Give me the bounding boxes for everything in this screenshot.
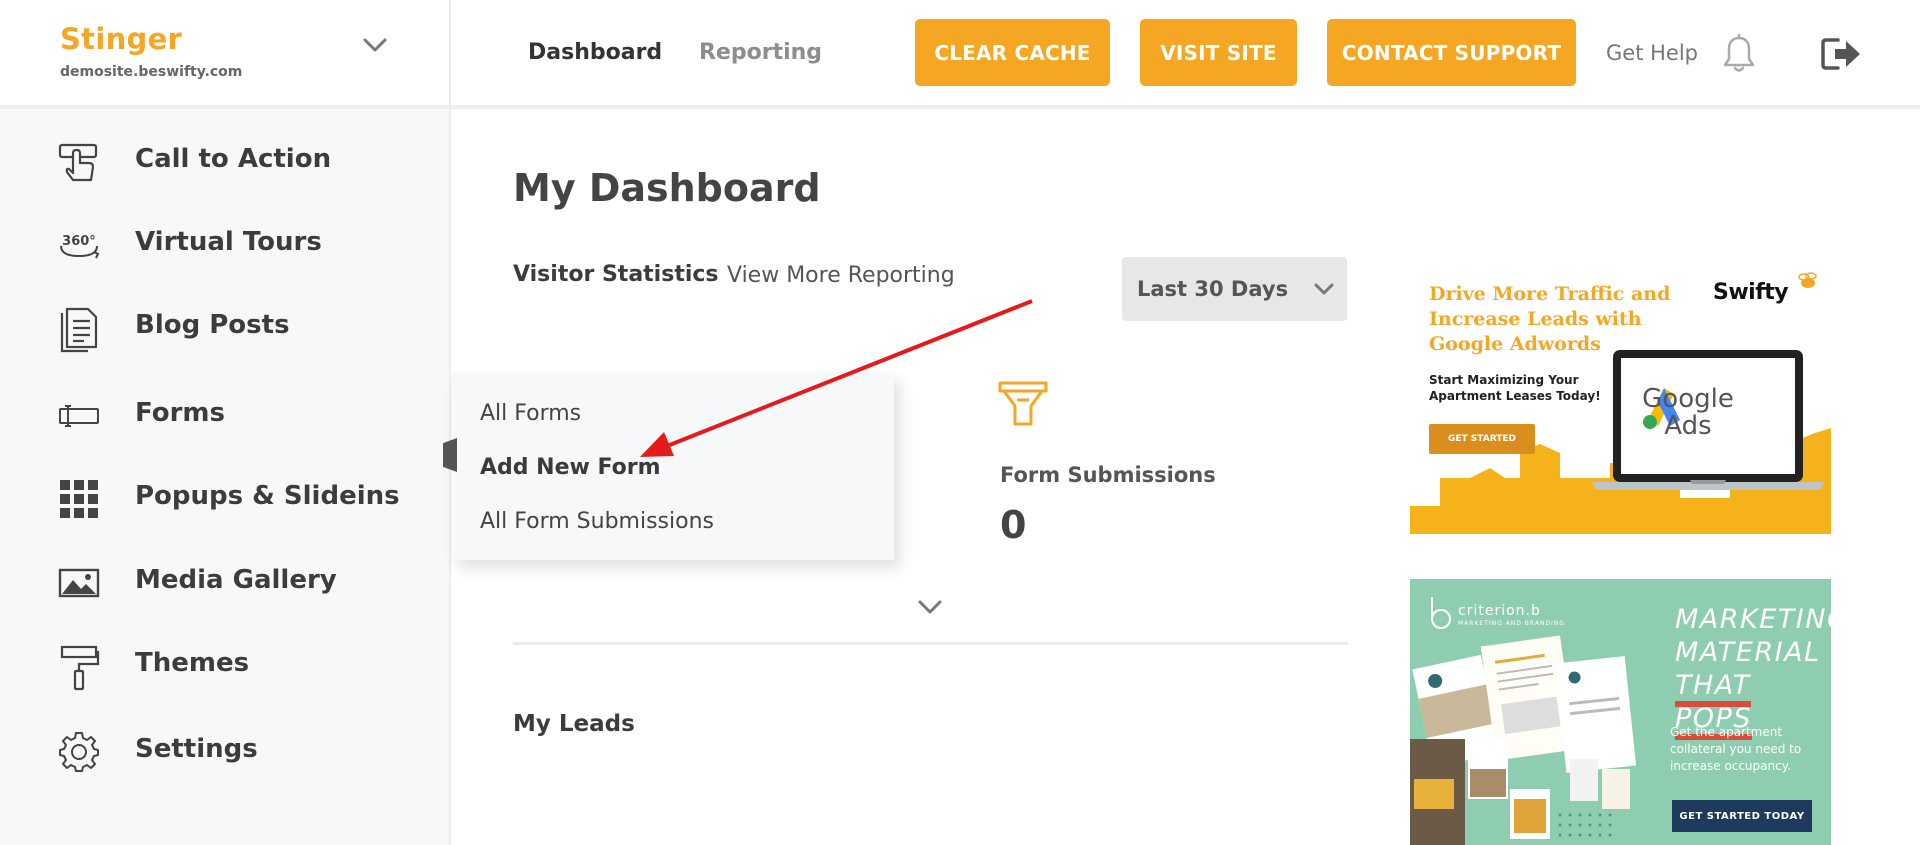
sidebar-item-label: Media Gallery bbox=[135, 565, 337, 595]
sidebar-item-blog-posts[interactable]: Blog Posts bbox=[0, 297, 449, 357]
criterion-ad-banner[interactable]: criterion.b MARKETING AND BRANDING MARKE… bbox=[1410, 579, 1831, 845]
image-icon bbox=[58, 568, 100, 598]
ad-headline: Drive More Traffic and Increase Leads wi… bbox=[1429, 283, 1671, 355]
ad-get-started-button[interactable]: GET STARTED bbox=[1429, 424, 1535, 454]
visitor-statistics-heading: Visitor Statistics bbox=[513, 262, 719, 287]
hand-pointer-icon bbox=[58, 143, 98, 182]
funnel-icon bbox=[998, 381, 1048, 426]
contact-support-button[interactable]: CONTACT SUPPORT bbox=[1327, 19, 1576, 86]
ad2-headline-line2: MATERIAL bbox=[1675, 637, 1821, 668]
date-range-value: Last 30 Days bbox=[1137, 277, 1289, 301]
logout-icon[interactable] bbox=[1820, 34, 1864, 74]
flyout-item-all-forms[interactable]: All Forms bbox=[480, 401, 581, 426]
document-icon bbox=[60, 307, 98, 353]
360-icon: 360° bbox=[60, 234, 100, 259]
sidebar-item-label: Forms bbox=[135, 398, 225, 428]
sidebar-item-label: Call to Action bbox=[135, 144, 332, 174]
forms-flyout-menu: All Forms Add New Form All Form Submissi… bbox=[451, 373, 894, 560]
date-range-select[interactable]: Last 30 Days bbox=[1122, 257, 1347, 321]
ad-subline: Start Maximizing Your Apartment Leases T… bbox=[1429, 373, 1601, 403]
section-divider bbox=[513, 642, 1348, 645]
sidebar-item-label: Virtual Tours bbox=[135, 227, 322, 257]
paint-roller-icon bbox=[60, 645, 100, 691]
expand-chevron-icon[interactable] bbox=[916, 594, 944, 618]
marketing-collateral-illustration bbox=[1410, 635, 1637, 845]
sidebar-item-settings[interactable]: Settings bbox=[0, 721, 449, 781]
form-field-icon bbox=[59, 405, 99, 427]
active-item-marker bbox=[443, 438, 457, 472]
tab-reporting[interactable]: Reporting bbox=[699, 40, 822, 65]
brand-name: Stinger bbox=[60, 22, 183, 56]
my-leads-heading: My Leads bbox=[513, 711, 635, 737]
ad2-headline-line1: MARKETING bbox=[1675, 604, 1831, 635]
sidebar-item-label: Blog Posts bbox=[135, 310, 290, 340]
sidebar-item-label: Popups & Slideins bbox=[135, 481, 400, 511]
form-submissions-value: 0 bbox=[1000, 503, 1027, 547]
ad2-get-started-today-button[interactable]: GET STARTED TODAY bbox=[1672, 800, 1812, 832]
svg-text:360°: 360° bbox=[62, 234, 96, 249]
clear-cache-button[interactable]: CLEAR CACHE bbox=[915, 19, 1110, 86]
sidebar-item-label: Settings bbox=[135, 734, 258, 764]
view-more-reporting-link[interactable]: View More Reporting bbox=[727, 263, 955, 288]
google-ads-line2: Ads bbox=[1664, 411, 1712, 441]
ad2-body-text: Get the apartment collateral you need to… bbox=[1670, 725, 1802, 773]
sidebar-item-virtual-tours[interactable]: 360° Virtual Tours bbox=[0, 214, 449, 274]
brand-domain: demosite.beswifty.com bbox=[60, 64, 243, 80]
chevron-down-icon bbox=[1314, 283, 1334, 295]
adwords-ad-banner[interactable]: Drive More Traffic and Increase Leads wi… bbox=[1410, 268, 1831, 534]
sidebar: Call to Action 360° Virtual Tours Blog P… bbox=[0, 109, 451, 845]
criterion-brand: criterion.b bbox=[1458, 603, 1541, 619]
sidebar-item-popups-slideins[interactable]: Popups & Slideins bbox=[0, 468, 449, 528]
chevron-down-icon[interactable] bbox=[360, 30, 390, 60]
google-ads-line1: Google bbox=[1642, 384, 1734, 414]
grid-icon bbox=[60, 480, 98, 518]
visit-site-button[interactable]: VISIT SITE bbox=[1140, 19, 1297, 86]
google-ads-logo-text: Google Ads bbox=[1638, 386, 1738, 440]
flyout-item-all-form-submissions[interactable]: All Form Submissions bbox=[480, 509, 714, 534]
brand-switcher[interactable]: Stinger demosite.beswifty.com bbox=[0, 0, 451, 105]
sidebar-item-forms[interactable]: Forms bbox=[0, 385, 449, 445]
bell-icon[interactable] bbox=[1722, 34, 1756, 74]
tab-dashboard[interactable]: Dashboard bbox=[528, 40, 662, 65]
ad2-headline: MARKETING MATERIAL THAT POPS bbox=[1675, 603, 1831, 740]
form-submissions-label: Form Submissions bbox=[1000, 463, 1216, 487]
get-help-link[interactable]: Get Help bbox=[1606, 41, 1698, 65]
sidebar-item-themes[interactable]: Themes bbox=[0, 635, 449, 695]
bee-icon bbox=[1798, 272, 1817, 288]
gear-icon bbox=[59, 732, 99, 772]
sidebar-item-media-gallery[interactable]: Media Gallery bbox=[0, 552, 449, 612]
swifty-logo: Swifty bbox=[1713, 280, 1789, 305]
flyout-item-add-new-form[interactable]: Add New Form bbox=[480, 455, 661, 480]
sidebar-item-label: Themes bbox=[135, 648, 250, 678]
page-title: My Dashboard bbox=[513, 166, 821, 210]
sidebar-item-call-to-action[interactable]: Call to Action bbox=[0, 131, 449, 191]
